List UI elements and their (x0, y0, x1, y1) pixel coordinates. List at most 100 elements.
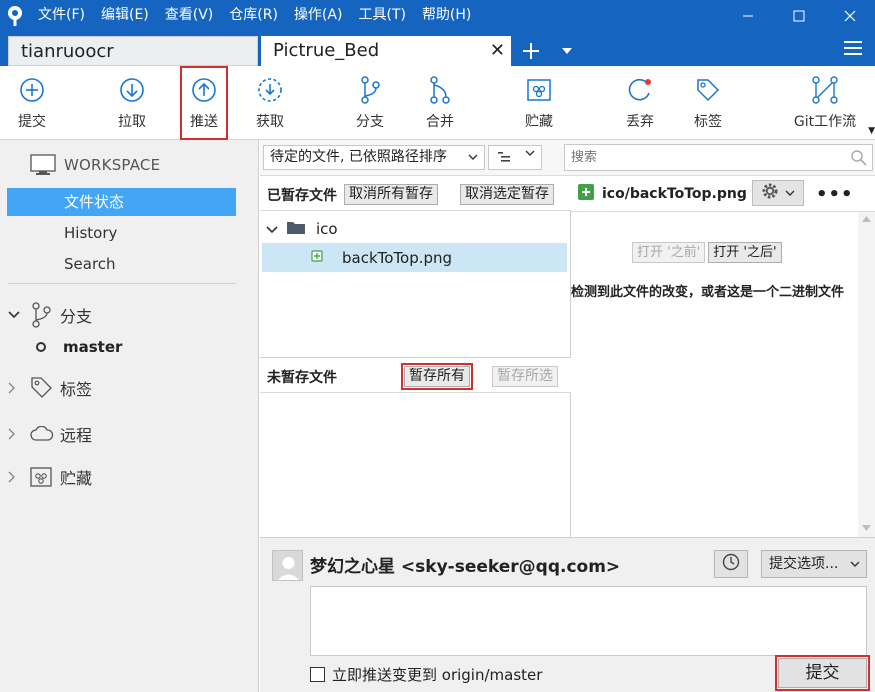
checkbox-box[interactable] (310, 667, 325, 682)
arrow-up-circle-icon (188, 76, 220, 104)
merge-icon (424, 76, 456, 104)
sidebar-item-history[interactable]: History (7, 219, 236, 247)
open-after-button[interactable]: 打开 '之后' (708, 242, 782, 263)
commit-options-dropdown[interactable]: 提交选项... (761, 550, 867, 578)
sort-mode-select[interactable]: 待定的文件, 已依照路径排序 (263, 145, 485, 170)
folder-name: ico (316, 220, 338, 238)
diff-header: ico/backToTop.png ••• (571, 176, 875, 212)
view-mode-select[interactable] (488, 145, 542, 170)
commit-options-label: 提交选项... (769, 556, 839, 572)
stage-all-button[interactable]: 暂存所有 (401, 363, 473, 390)
diff-file-path: ico/backToTop.png (602, 186, 747, 202)
search-input[interactable] (571, 150, 841, 165)
diff-settings-button[interactable] (752, 180, 804, 206)
folder-row-ico[interactable]: ico (266, 219, 338, 239)
push-checkbox-label: 立即推送变更到 origin/master (332, 666, 543, 684)
group-label: 分支 (60, 307, 93, 326)
branch-master[interactable]: master (36, 338, 122, 356)
menu-repository[interactable]: 仓库(R) (221, 0, 286, 31)
toolbar-label: 提交 (18, 114, 46, 130)
title-bar: 文件(F) 编辑(E) 查看(V) 仓库(R) 操作(A) 工具(T) 帮助(H… (0, 0, 875, 31)
tab-label: tianruoocr (21, 41, 114, 62)
binary-file-message: 检测到此文件的改变，或者这是一个二进制文件 (571, 285, 845, 300)
maximize-button[interactable] (773, 0, 824, 31)
push-toolbar-button[interactable]: 推送 (180, 66, 228, 140)
unstage-all-button[interactable]: 取消所有暂存 (344, 184, 438, 205)
hamburger-menu-icon[interactable] (843, 39, 867, 61)
commit-button[interactable]: 提交 (775, 655, 870, 691)
close-tab-icon[interactable]: ✕ (490, 36, 505, 66)
cloud-icon (30, 426, 56, 442)
arrow-down-circle-icon (116, 76, 148, 104)
staged-header: 已暂存文件 取消所有暂存 取消选定暂存 (260, 176, 571, 211)
fetch-dashed-circle-icon (254, 76, 286, 104)
diff-pane: ico/backToTop.png ••• 打开 '之前' 打开 '之后' 检测… (571, 176, 875, 537)
discard-icon (624, 76, 656, 104)
chevron-down-icon (8, 311, 26, 319)
chevron-right-icon (8, 382, 26, 394)
toolbar-overflow-icon[interactable]: ▼ (868, 126, 875, 136)
unstage-selected-button[interactable]: 取消选定暂存 (460, 184, 554, 205)
tag-toolbar-button[interactable]: 标签 (683, 66, 733, 140)
diff-file-title: ico/backToTop.png (578, 184, 747, 204)
tree-view-icon (497, 151, 511, 168)
stash-icon (523, 76, 555, 104)
tab-list-chevron-down-icon[interactable] (557, 41, 577, 61)
gear-icon (761, 182, 779, 204)
commit-area: 梦幻之心星 <sky-seeker@qq.com> 提交选项... 立即推送变更… (260, 537, 875, 692)
menu-edit[interactable]: 编辑(E) (93, 0, 157, 31)
repo-tab-bar: tianruoocr Pictrue_Bed ✕ (0, 31, 875, 66)
group-label: 标签 (60, 380, 93, 399)
sidebar-group-stashes[interactable]: 贮藏 (8, 465, 92, 489)
tab-pictrue-bed[interactable]: Pictrue_Bed ✕ (261, 36, 511, 66)
file-filter-bar: 待定的文件, 已依照路径排序 (260, 140, 875, 176)
branch-toolbar-button[interactable]: 分支 (345, 66, 395, 140)
menu-help[interactable]: 帮助(H) (414, 0, 479, 31)
commit-message-input[interactable] (310, 586, 867, 656)
stage-selected-button[interactable]: 暂存所选 (492, 366, 558, 387)
toolbar-label: Git工作流 (793, 114, 857, 130)
search-icon (851, 150, 867, 175)
menu-tools[interactable]: 工具(T) (350, 0, 413, 31)
chevron-right-icon (8, 428, 26, 440)
discard-toolbar-button[interactable]: 丢弃 (615, 66, 665, 140)
tag-icon (30, 376, 56, 400)
unstaged-files-pane: 未暂存文件 暂存所有 暂存所选 (260, 357, 571, 537)
staged-file-row[interactable]: backToTop.png (262, 243, 567, 272)
chevron-down-icon (525, 146, 535, 161)
sidebar-group-branches[interactable]: 分支 (8, 302, 92, 328)
pull-toolbar-button[interactable]: 拉取 (107, 66, 157, 140)
sidebar-group-remotes[interactable]: 远程 (8, 422, 92, 446)
tag-icon (692, 76, 724, 104)
added-file-badge-icon (311, 249, 323, 266)
menu-file[interactable]: 文件(F) (30, 0, 93, 31)
diff-open-buttons: 打开 '之前' 打开 '之后' (632, 242, 782, 263)
tab-tianruoocr[interactable]: tianruoocr (8, 36, 258, 66)
close-window-button[interactable] (824, 0, 875, 31)
sidebar-item-file-status[interactable]: 文件状态 (7, 188, 236, 216)
diff-scrollbar[interactable] (858, 212, 875, 537)
merge-toolbar-button[interactable]: 合并 (415, 66, 465, 140)
commit-history-button[interactable] (714, 550, 748, 578)
search-field[interactable] (564, 144, 873, 171)
avatar (272, 550, 303, 581)
fetch-toolbar-button[interactable]: 获取 (245, 66, 295, 140)
stash-toolbar-button[interactable]: 贮藏 (514, 66, 564, 140)
more-options-icon[interactable]: ••• (816, 184, 854, 205)
git-flow-toolbar-button[interactable]: Git工作流 (788, 66, 862, 140)
sidebar-group-tags[interactable]: 标签 (8, 376, 92, 400)
folder-icon (286, 219, 306, 239)
new-tab-plus-icon[interactable] (516, 36, 546, 66)
stash-icon (30, 467, 56, 487)
push-immediately-checkbox[interactable]: 立即推送变更到 origin/master (310, 664, 542, 685)
sidebar-item-search[interactable]: Search (7, 250, 236, 278)
unstaged-title: 未暂存文件 (267, 370, 337, 386)
commit-toolbar-button[interactable]: 提交 (7, 66, 57, 140)
open-before-button[interactable]: 打开 '之前' (632, 242, 706, 263)
toolbar-label: 推送 (190, 114, 218, 130)
menu-view[interactable]: 查看(V) (157, 0, 222, 31)
menu-actions[interactable]: 操作(A) (286, 0, 351, 31)
minimize-button[interactable] (722, 0, 773, 31)
staged-title: 已暂存文件 (267, 188, 337, 204)
branch-icon (30, 302, 56, 328)
